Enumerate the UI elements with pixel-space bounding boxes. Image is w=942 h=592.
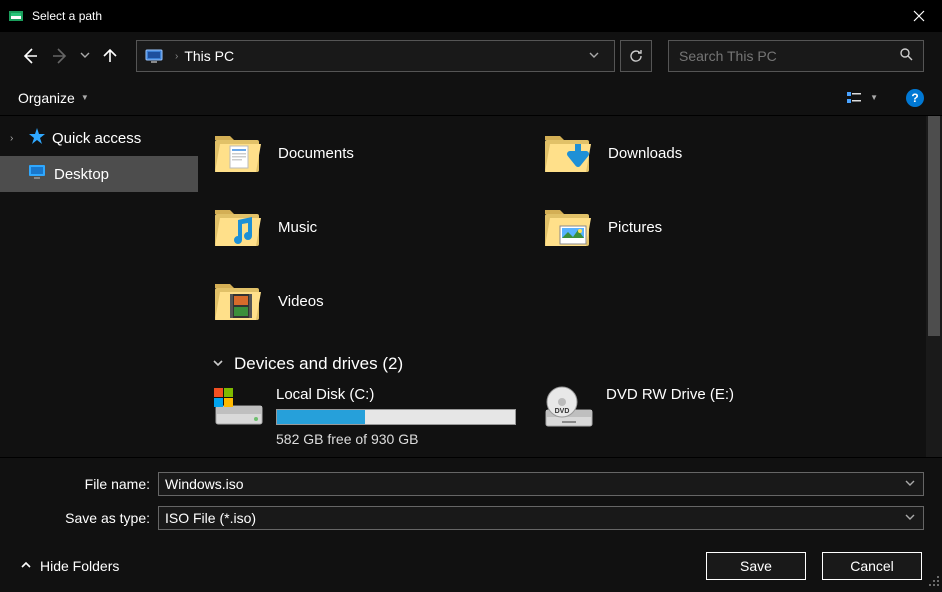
- this-pc-icon: [145, 49, 163, 63]
- savetype-label: Save as type:: [18, 510, 158, 526]
- folder-icon: [212, 204, 262, 250]
- up-button[interactable]: [98, 44, 122, 68]
- cancel-button[interactable]: Cancel: [822, 552, 922, 580]
- drive-dvd-rw[interactable]: DVD DVD RW Drive (E:): [542, 384, 862, 447]
- drive-free-text: 582 GB free of 930 GB: [276, 431, 516, 447]
- drive-icon: [212, 384, 262, 430]
- chevron-right-icon: ›: [10, 133, 22, 144]
- organize-menu[interactable]: Organize ▼: [18, 90, 89, 106]
- view-icon: [846, 90, 864, 106]
- address-bar[interactable]: › This PC: [136, 40, 615, 72]
- quick-access-icon: [28, 127, 46, 149]
- search-box[interactable]: [668, 40, 924, 72]
- folder-icon: [212, 278, 262, 324]
- folder-pictures[interactable]: Pictures: [542, 194, 862, 260]
- dropdown-icon[interactable]: [903, 478, 917, 490]
- view-options-button[interactable]: ▼: [846, 90, 878, 106]
- filename-input[interactable]: Windows.iso: [158, 472, 924, 496]
- drive-local-disk-c[interactable]: Local Disk (C:) 582 GB free of 930 GB: [212, 384, 532, 447]
- toolbar: Organize ▼ ▼ ?: [0, 80, 942, 116]
- drive-info: DVD RW Drive (E:): [606, 384, 734, 447]
- folder-label: Videos: [278, 293, 324, 310]
- breadcrumb[interactable]: This PC: [184, 48, 234, 64]
- group-label: Devices and drives (2): [234, 354, 403, 374]
- sidebar-item-quick-access[interactable]: › Quick access: [0, 120, 198, 156]
- bottom-panel: File name: Windows.iso Save as type: ISO…: [0, 457, 942, 592]
- save-button[interactable]: Save: [706, 552, 806, 580]
- search-input[interactable]: [679, 48, 899, 64]
- folder-documents[interactable]: Documents: [212, 120, 532, 186]
- folder-label: Music: [278, 219, 317, 236]
- content-area: › Quick access Desktop Documents: [0, 116, 942, 457]
- sidebar-item-label: Desktop: [54, 166, 109, 183]
- organize-label: Organize: [18, 90, 75, 106]
- drive-name: Local Disk (C:): [276, 386, 516, 403]
- svg-text:DVD: DVD: [555, 408, 570, 415]
- resize-grip-icon[interactable]: [928, 575, 940, 590]
- drive-name: DVD RW Drive (E:): [606, 386, 734, 403]
- scrollbar-thumb[interactable]: [928, 116, 940, 336]
- breadcrumb-caret-icon[interactable]: ›: [175, 51, 178, 62]
- scrollbar-track[interactable]: [926, 116, 942, 457]
- folder-icon: [542, 204, 592, 250]
- savetype-value: ISO File (*.iso): [165, 510, 903, 526]
- back-button[interactable]: [18, 44, 42, 68]
- hide-folders-label: Hide Folders: [40, 558, 119, 574]
- close-button[interactable]: [896, 0, 942, 32]
- folder-icon: [212, 130, 262, 176]
- forward-button[interactable]: [48, 44, 72, 68]
- title-bar: Select a path: [0, 0, 942, 32]
- folder-label: Documents: [278, 145, 354, 162]
- dropdown-icon[interactable]: [903, 512, 917, 524]
- folder-icon: [542, 130, 592, 176]
- hide-folders-button[interactable]: Hide Folders: [20, 558, 119, 574]
- chevron-up-icon: [20, 558, 32, 574]
- folder-music[interactable]: Music: [212, 194, 532, 260]
- group-devices-drives[interactable]: Devices and drives (2): [212, 354, 942, 374]
- folder-label: Downloads: [608, 145, 682, 162]
- folder-videos[interactable]: Videos: [212, 268, 532, 334]
- drive-info: Local Disk (C:) 582 GB free of 930 GB: [276, 384, 516, 447]
- sidebar-item-label: Quick access: [52, 130, 141, 147]
- filename-label: File name:: [18, 476, 158, 492]
- desktop-icon: [28, 164, 48, 184]
- drive-usage-bar: [276, 409, 516, 425]
- dropdown-icon: ▼: [81, 93, 89, 102]
- refresh-button[interactable]: [620, 40, 652, 72]
- dropdown-icon: ▼: [870, 93, 878, 102]
- window-title: Select a path: [32, 9, 896, 23]
- search-icon[interactable]: [899, 47, 913, 66]
- chevron-down-icon: [212, 357, 224, 372]
- folder-label: Pictures: [608, 219, 662, 236]
- sidebar-item-desktop[interactable]: Desktop: [0, 156, 198, 192]
- nav-bar: › This PC: [0, 32, 942, 80]
- address-history-button[interactable]: [578, 49, 610, 64]
- filename-value: Windows.iso: [165, 476, 903, 492]
- recent-locations-button[interactable]: [80, 50, 90, 63]
- savetype-input[interactable]: ISO File (*.iso): [158, 506, 924, 530]
- help-button[interactable]: ?: [906, 89, 924, 107]
- main-panel: Documents Downloads Music: [198, 116, 942, 457]
- folder-downloads[interactable]: Downloads: [542, 120, 862, 186]
- dvd-drive-icon: DVD: [542, 384, 592, 430]
- app-icon: [8, 8, 24, 24]
- sidebar: › Quick access Desktop: [0, 116, 198, 457]
